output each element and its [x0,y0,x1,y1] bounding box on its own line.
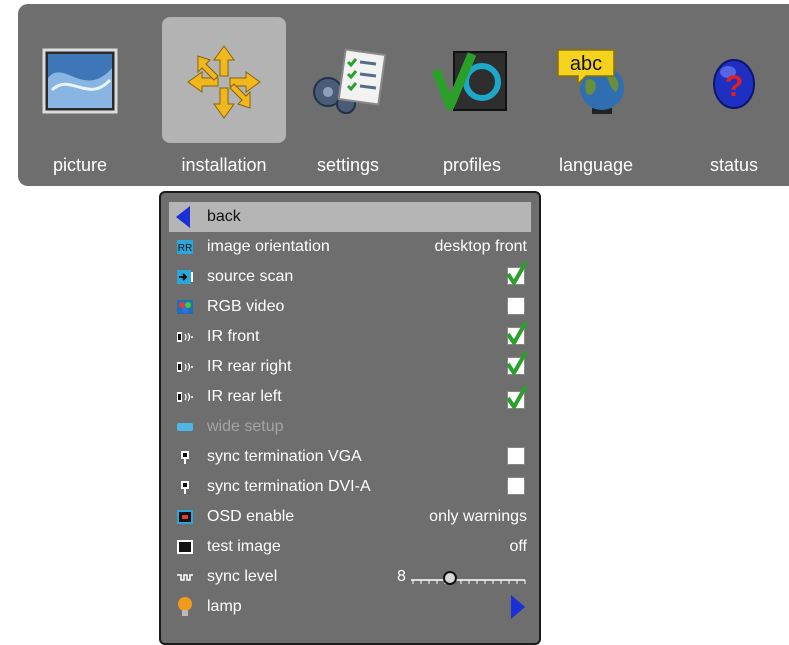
menu-label-back: back [207,208,241,225]
menu-row-ir-front[interactable]: IR front [169,321,531,352]
menu-row-rgb-video[interactable]: RGB video [169,292,531,322]
nav-item-picture[interactable]: picture [18,4,142,186]
image-orientation-value: desktop front [434,238,528,255]
back-arrow-icon [176,206,190,228]
nav-item-status[interactable]: ? status [672,4,789,186]
nav-label-settings: settings [316,155,380,175]
menu-row-ir-rear-right[interactable]: IR rear right [169,351,531,382]
ir-sensor-icon [177,332,193,342]
menu-row-sync-termination-dvi-a[interactable]: sync termination DVI-A [169,472,531,502]
check-mark-icon [506,261,528,285]
sync-level-slider[interactable]: 8 [397,567,527,589]
installation-menu-panel: back RR image orientation desktop front … [159,191,541,645]
nav-label-installation: installation [181,155,267,175]
menu-label-osd-enable: OSD enable [207,508,295,525]
nav-item-installation[interactable]: installation [162,4,286,186]
osd-enable-value: only warnings [429,508,527,525]
source-scan-checkbox[interactable] [506,261,528,285]
sync-termination-vga-checkbox[interactable] [507,447,525,465]
nav-label-profiles: profiles [442,155,502,175]
rgb-video-icon [177,300,193,314]
menu-row-wide-setup: wide setup [169,412,531,442]
nav-label-language: language [558,155,634,175]
menu-label-ir-rear-left: IR rear left [207,388,282,405]
menu-row-sync-termination-vga[interactable]: sync termination VGA [169,442,531,472]
nav-label-status: status [709,155,759,175]
submenu-arrow-icon [511,595,525,619]
menu-label-image-orientation: image orientation [207,238,330,255]
nav-item-settings[interactable]: settings [286,4,410,186]
menu-row-sync-level[interactable]: sync level 8 [169,562,531,592]
menu-row-back[interactable]: back [169,202,531,232]
menu-row-test-image[interactable]: test image off [169,532,531,562]
svg-text:RR: RR [178,243,192,254]
osd-icon [177,510,193,524]
menu-label-source-scan: source scan [207,268,294,285]
menu-label-ir-front: IR front [207,328,260,345]
test-image-value: off [509,538,528,555]
top-navigation-bar: picture installation settings profiles a… [18,4,789,186]
menu-row-ir-rear-left[interactable]: IR rear left [169,382,531,412]
language-globe-icon: abc [557,49,624,114]
menu-label-ir-rear-right: IR rear right [207,358,292,375]
menu-label-sync-termination-vga: sync termination VGA [207,448,362,465]
installation-icon [187,45,261,119]
ir-front-checkbox[interactable] [506,321,528,345]
check-mark-icon [506,351,528,375]
check-mark-icon [506,321,528,345]
menu-label-sync-level: sync level [207,568,278,585]
menu-label-test-image: test image [207,538,281,555]
sync-level-icon [177,574,193,581]
svg-text:abc: abc [570,53,602,75]
wide-setup-icon [177,423,193,431]
menu-label-lamp: lamp [207,598,242,615]
orientation-icon: RR [177,240,193,254]
ir-rear-left-checkbox[interactable] [506,385,528,409]
slider-track [411,571,526,585]
ir-sensor-icon [177,362,193,372]
nav-item-language[interactable]: abc language [534,4,658,186]
menu-label-wide-setup: wide setup [207,418,284,435]
menu-label-rgb-video: RGB video [207,298,285,315]
nav-item-profiles[interactable]: profiles [410,4,534,186]
rgb-video-checkbox[interactable] [507,297,525,315]
ir-rear-right-checkbox[interactable] [506,351,528,375]
menu-row-source-scan[interactable]: source scan [169,261,531,292]
source-scan-icon [177,270,193,284]
connector-icon [181,451,189,464]
settings-icon [313,48,387,114]
menu-label-sync-termination-dvi-a: sync termination DVI-A [207,478,371,495]
svg-text:?: ? [725,70,743,103]
slider-thumb[interactable] [442,571,457,585]
picture-icon [42,48,118,114]
check-mark-icon [506,385,528,409]
sync-level-value: 8 [397,568,406,585]
test-image-icon [177,540,193,554]
connector-icon [181,481,189,494]
sync-termination-dvi-a-checkbox[interactable] [507,477,525,495]
status-help-icon: ? [713,59,755,109]
menu-row-image-orientation[interactable]: RR image orientation desktop front [169,232,531,262]
lamp-bulb-icon [178,597,192,616]
menu-row-osd-enable[interactable]: OSD enable only warnings [169,502,531,532]
menu-row-lamp[interactable]: lamp [169,592,531,622]
profiles-icon [432,51,507,111]
nav-label-picture: picture [52,155,108,175]
ir-sensor-icon [177,392,193,402]
